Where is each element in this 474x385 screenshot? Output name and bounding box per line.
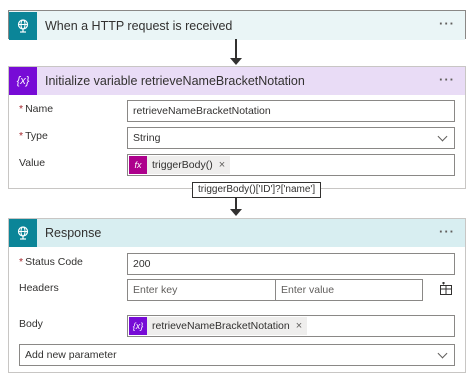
status-label-text: Status Code — [25, 256, 83, 268]
expression-tooltip: triggerBody()['ID']?['name'] — [192, 182, 322, 198]
status-code-input[interactable]: 200 — [127, 253, 455, 275]
headers-label: Headers — [19, 282, 59, 294]
add-parameter-row: Add new parameter — [19, 344, 455, 366]
name-label-text: Name — [25, 103, 54, 115]
response-title: Response — [45, 226, 102, 240]
headers-row: Headers Enter key Enter value — [19, 279, 455, 301]
header-key-placeholder: Enter key — [133, 284, 178, 296]
name-input[interactable]: retrieveNameBracketNotation — [127, 100, 455, 122]
chevron-down-icon[interactable] — [437, 131, 448, 142]
remove-token-icon[interactable]: × — [296, 320, 302, 332]
chevron-down-icon[interactable] — [437, 348, 448, 359]
type-label: * Type — [19, 130, 48, 142]
connector-line — [235, 39, 237, 59]
name-row: * Name retrieveNameBracketNotation — [19, 100, 455, 122]
required-marker: * — [19, 130, 24, 142]
expression-icon-text: fx — [134, 160, 142, 170]
trigger-more-button[interactable]: ··· — [439, 16, 455, 31]
add-new-parameter-dropdown[interactable]: Add new parameter — [19, 344, 455, 366]
init-variable-header[interactable]: {x} Initialize variable retrieveNameBrac… — [9, 67, 465, 95]
expression-icon: fx — [129, 156, 147, 174]
body-label: Body — [19, 318, 43, 330]
http-globe-icon — [9, 11, 37, 40]
response-more-button[interactable]: ··· — [439, 224, 455, 239]
body-input[interactable]: {x} retrieveNameBracketNotation × — [127, 315, 455, 337]
trigger-header[interactable]: When a HTTP request is received ··· — [9, 11, 465, 40]
status-label: * Status Code — [19, 256, 83, 268]
value-token[interactable]: fx triggerBody() × — [129, 156, 231, 174]
name-label: * Name — [19, 103, 53, 115]
body-token-icon-text: {x} — [132, 321, 144, 331]
required-marker: * — [19, 256, 24, 268]
body-token-label: retrieveNameBracketNotation — [152, 320, 290, 332]
body-token[interactable]: {x} retrieveNameBracketNotation × — [129, 317, 308, 335]
response-card[interactable]: Response ··· * Status Code 200 Headers En… — [8, 218, 466, 373]
add-new-parameter-label: Add new parameter — [25, 349, 117, 361]
switch-to-text-mode-icon[interactable] — [439, 282, 453, 296]
type-row: * Type String — [19, 127, 455, 149]
variable-icon: {x} — [9, 67, 37, 95]
init-variable-card[interactable]: {x} Initialize variable retrieveNameBrac… — [8, 66, 466, 189]
init-variable-more-button[interactable]: ··· — [439, 72, 455, 87]
trigger-title: When a HTTP request is received — [45, 18, 233, 33]
header-value-input[interactable]: Enter value — [275, 279, 423, 301]
header-key-input[interactable]: Enter key — [127, 279, 276, 301]
type-label-text: Type — [25, 130, 48, 142]
connector-arrow-icon — [230, 58, 242, 65]
trigger-card[interactable]: When a HTTP request is received ··· — [8, 10, 466, 40]
value-token-label: triggerBody() — [152, 159, 213, 171]
value-input[interactable]: fx triggerBody() × — [127, 154, 455, 176]
header-value-placeholder: Enter value — [281, 284, 335, 296]
variable-icon: {x} — [129, 317, 147, 335]
connector-arrow-icon — [230, 209, 242, 216]
http-globe-icon — [9, 219, 37, 247]
type-select-value: String — [133, 132, 161, 144]
status-row: * Status Code 200 — [19, 253, 455, 275]
variable-icon-text: {x} — [16, 75, 30, 87]
required-marker: * — [19, 103, 24, 115]
type-select[interactable]: String — [127, 127, 455, 149]
init-variable-title: Initialize variable retrieveNameBracketN… — [45, 74, 305, 88]
value-label: Value — [19, 157, 46, 169]
value-row: Value fx triggerBody() × — [19, 154, 455, 176]
body-row: Body {x} retrieveNameBracketNotation × — [19, 315, 455, 337]
remove-token-icon[interactable]: × — [219, 159, 225, 171]
response-header[interactable]: Response ··· — [9, 219, 465, 247]
